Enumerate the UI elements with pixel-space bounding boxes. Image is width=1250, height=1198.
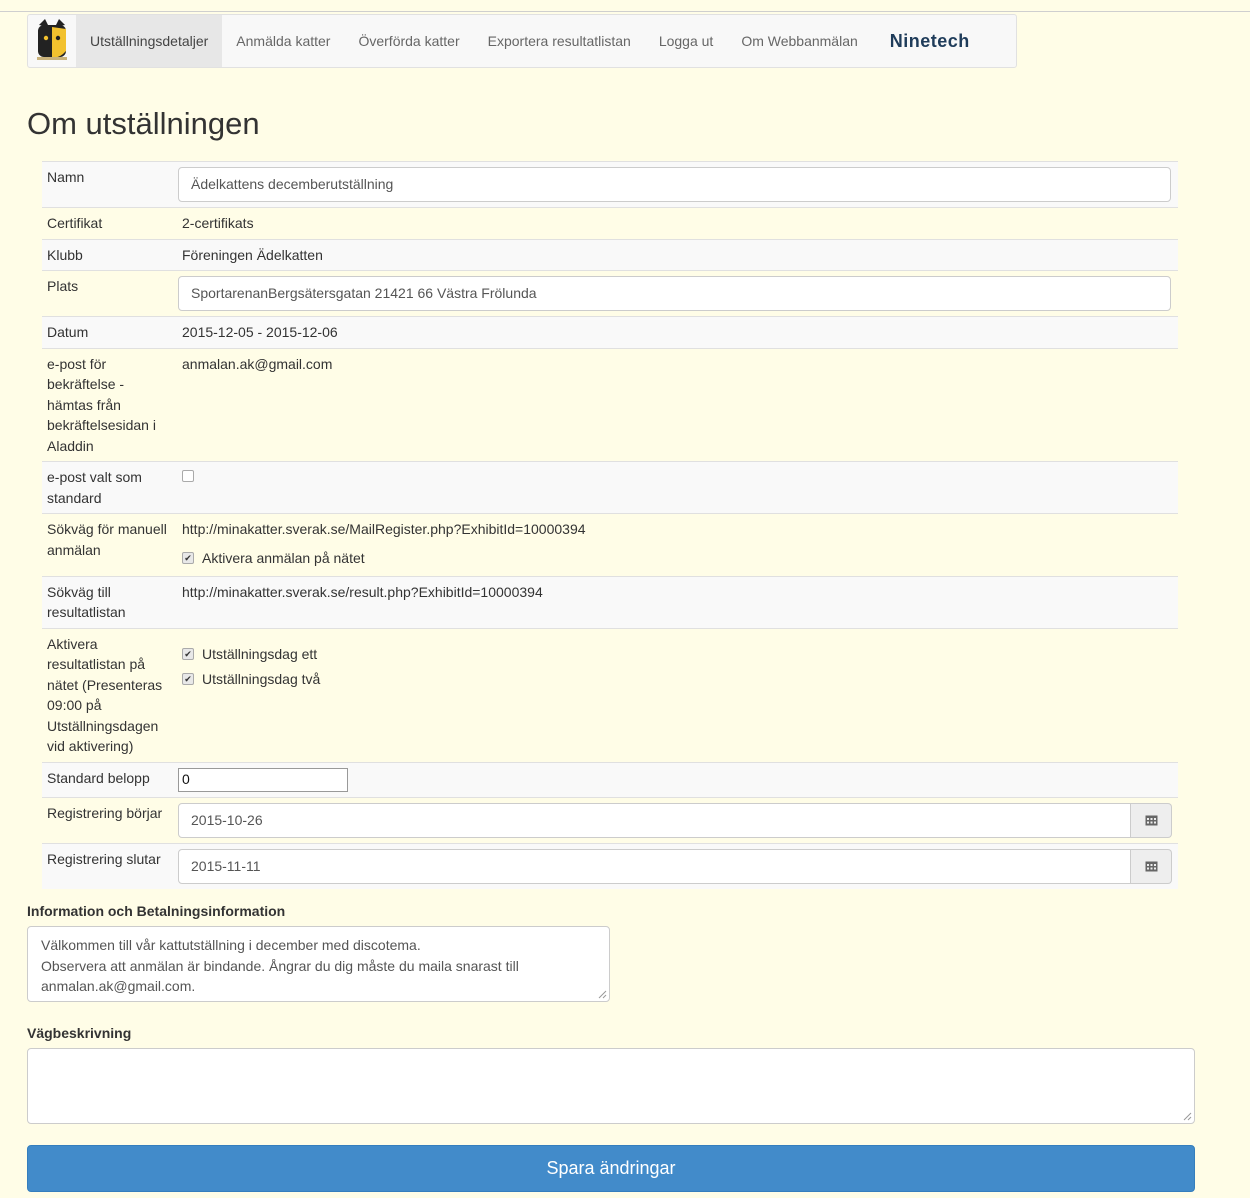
row-epost-standard: e-post valt som standard — [42, 461, 1178, 514]
manuell-label: Sökväg för manuell anmälan — [42, 513, 177, 576]
info-line-1: Välkommen till vår kattutställning i dec… — [41, 937, 421, 953]
nav-exportera-resultatlistan[interactable]: Exportera resultatlistan — [474, 15, 645, 67]
plats-label: Plats — [42, 270, 177, 317]
reg-borjar-input[interactable]: 2015-10-26 — [178, 802, 1131, 838]
vagbeskrivning-textarea[interactable] — [27, 1048, 1195, 1124]
cat-logo-icon[interactable] — [28, 15, 76, 67]
info-label: Information och Betalningsinformation — [27, 903, 286, 919]
plats-input[interactable]: SportarenanBergsätersgatan 21421 66 Väst… — [178, 276, 1171, 311]
belopp-input[interactable]: 0 — [178, 767, 348, 792]
resize-handle-icon[interactable] — [1183, 1112, 1192, 1121]
reg-borjar-label: Registrering börjar — [42, 796, 177, 843]
reg-slutar-label: Registrering slutar — [42, 842, 177, 889]
dag-ett-check[interactable]: ✔ Utställningsdag ett — [182, 642, 317, 667]
certifikat-value: 2-certifikats — [177, 207, 1178, 239]
epost-standard-checkbox[interactable] — [182, 470, 194, 482]
save-button[interactable]: Spara ändringar — [27, 1145, 1195, 1192]
row-standard-belopp: Standard belopp 0 — [42, 761, 1178, 797]
row-namn: Namn Ädelkattens decemberutställning — [42, 161, 1178, 208]
aktivera-natet-check[interactable]: ✔ Aktivera anmälan på nätet — [182, 546, 365, 571]
namn-input[interactable]: Ädelkattens decemberutställning — [178, 167, 1171, 202]
info-line-2: Observera att anmälan är bindande. Ångra… — [41, 957, 519, 974]
row-plats: Plats SportarenanBergsätersgatan 21421 6… — [42, 270, 1178, 317]
page-title: Om utställningen — [27, 106, 260, 141]
belopp-label: Standard belopp — [42, 761, 177, 797]
row-aktivera-resultat: Aktivera resultatlistan på nätet (Presen… — [42, 627, 1178, 762]
datum-value: 2015-12-05 - 2015-12-06 — [177, 316, 1178, 348]
manuell-url[interactable]: http://minakatter.sverak.se/MailRegister… — [182, 519, 1173, 540]
row-certifikat: Certifikat 2-certifikats — [42, 207, 1178, 239]
resize-handle-icon[interactable] — [598, 990, 607, 999]
info-line-3: anmalan.ak@gmail.com. — [41, 978, 196, 994]
row-reg-slutar: Registrering slutar 2015-11-11 — [42, 842, 1178, 889]
brand-ninetech[interactable]: Ninetech — [876, 15, 984, 67]
aktivera-resultat-label: Aktivera resultatlistan på nätet (Presen… — [42, 627, 177, 762]
certifikat-label: Certifikat — [42, 207, 177, 239]
datum-label: Datum — [42, 316, 177, 348]
resultat-url[interactable]: http://minakatter.sverak.se/result.php?E… — [177, 575, 1178, 628]
dag-ett-checkbox[interactable]: ✔ — [182, 648, 194, 660]
row-datum: Datum 2015-12-05 - 2015-12-06 — [42, 316, 1178, 348]
calendar-icon[interactable] — [1131, 802, 1172, 838]
nav-om-webbanmalan[interactable]: Om Webbanmälan — [727, 15, 871, 67]
navbar: Utställningsdetaljer Anmälda katter Över… — [27, 14, 1017, 68]
top-divider — [0, 11, 1250, 12]
reg-slutar-input[interactable]: 2015-11-11 — [178, 848, 1131, 884]
epost-label: e-post för bekräftelse - hämtas från bek… — [42, 347, 177, 462]
dag-ett-label: Utställningsdag ett — [202, 645, 318, 662]
nav-anmalda-katter[interactable]: Anmälda katter — [222, 15, 344, 67]
row-reg-borjar: Registrering börjar 2015-10-26 — [42, 796, 1178, 843]
aktivera-natet-label: Aktivera anmälan på nätet — [202, 549, 365, 566]
calendar-icon[interactable] — [1131, 848, 1172, 884]
nav-utstallningsdetaljer[interactable]: Utställningsdetaljer — [76, 15, 223, 67]
resultat-label: Sökväg till resultatlistan — [42, 575, 177, 628]
nav-logga-ut[interactable]: Logga ut — [645, 15, 728, 67]
row-epost: e-post för bekräftelse - hämtas från bek… — [42, 347, 1178, 462]
row-klubb: Klubb Föreningen Ädelkatten — [42, 238, 1178, 271]
reg-borjar-group: 2015-10-26 — [178, 802, 1172, 838]
info-textarea[interactable]: Välkommen till vår kattutställning i dec… — [27, 926, 610, 1002]
epost-value: anmalan.ak@gmail.com — [177, 347, 1178, 462]
vagbeskrivning-label: Vägbeskrivning — [27, 1025, 132, 1041]
dag-tva-checkbox[interactable]: ✔ — [182, 673, 194, 685]
klubb-value: Föreningen Ädelkatten — [177, 238, 1178, 271]
nav-overforda-katter[interactable]: Överförda katter — [344, 15, 473, 67]
epost-standard-label: e-post valt som standard — [42, 461, 177, 514]
exhibition-form: Namn Ädelkattens decemberutställning Cer… — [42, 161, 1178, 889]
namn-label: Namn — [42, 161, 177, 208]
row-manuell-anmalan: Sökväg för manuell anmälan http://minaka… — [42, 513, 1178, 576]
aktivera-natet-checkbox[interactable]: ✔ — [182, 552, 194, 564]
dag-tva-label: Utställningsdag två — [202, 670, 321, 687]
row-resultatlistan: Sökväg till resultatlistan http://minaka… — [42, 575, 1178, 628]
reg-slutar-group: 2015-11-11 — [178, 848, 1172, 884]
klubb-label: Klubb — [42, 238, 177, 271]
dag-tva-check[interactable]: ✔ Utställningsdag två — [182, 667, 320, 692]
